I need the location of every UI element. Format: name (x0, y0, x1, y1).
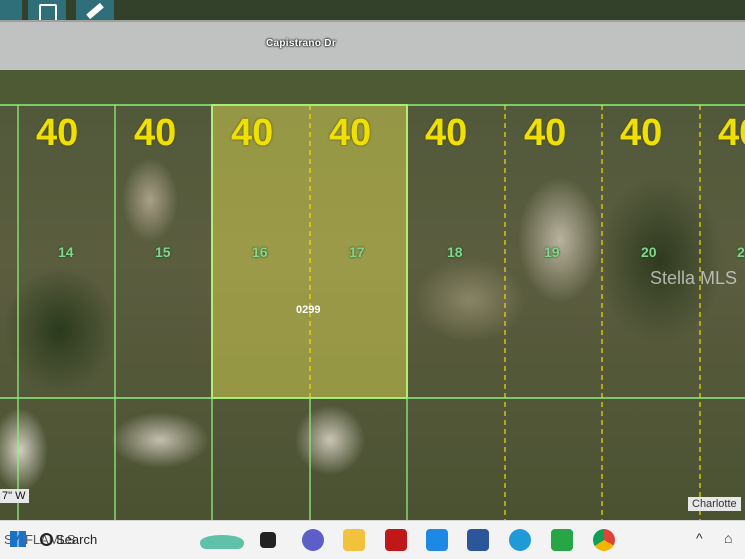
store-icon[interactable] (426, 529, 448, 551)
taskbar: SWFLAMLS Search ^ ⌂ (0, 520, 745, 559)
lot-number[interactable]: 17 (349, 244, 365, 260)
lot-width-label: 40 (329, 112, 372, 154)
lot-width-label: 40 (36, 112, 79, 154)
county-label: Charlotte (688, 497, 741, 511)
coordinate-readout: 7" W (0, 489, 30, 503)
parcel-map[interactable]: Capistrano Dr 40 40 40 40 40 40 40 40 14… (0, 0, 745, 520)
lot-number[interactable]: 19 (544, 244, 560, 260)
lot-number[interactable]: 18 (447, 244, 463, 260)
lot-lines-layer (0, 104, 745, 520)
teams-icon[interactable] (302, 529, 324, 551)
lot-number[interactable]: 14 (58, 244, 74, 260)
folder-icon[interactable] (343, 529, 365, 551)
lot-number[interactable]: 16 (252, 244, 268, 260)
search-label[interactable]: Search (56, 532, 97, 547)
chrome-icon[interactable] (593, 529, 615, 551)
chevron-up-icon[interactable]: ^ (696, 530, 703, 546)
lot-width-label: 40 (620, 112, 663, 154)
file-explorer-icon[interactable] (260, 532, 276, 548)
search-icon[interactable] (40, 533, 53, 546)
lot-width-label: 40 (524, 112, 567, 154)
lot-width-label: 40 (718, 112, 745, 154)
lot-width-label: 40 (134, 112, 177, 154)
mcafee-icon[interactable] (385, 529, 407, 551)
lot-number[interactable]: 15 (155, 244, 171, 260)
parcel-id-label: 0299 (296, 304, 321, 316)
mail-icon[interactable] (467, 529, 489, 551)
lot-width-label: 40 (425, 112, 468, 154)
network-icon[interactable]: ⌂ (724, 530, 732, 546)
lot-number[interactable]: 20 (641, 244, 657, 260)
lot-number[interactable]: 2 (737, 244, 745, 260)
lot-width-label: 40 (231, 112, 274, 154)
widgets-icon[interactable] (200, 535, 244, 549)
chart-icon[interactable] (551, 529, 573, 551)
edge-icon[interactable] (509, 529, 531, 551)
windows-start-icon[interactable] (10, 531, 26, 547)
watermark: Stella MLS (650, 268, 738, 288)
